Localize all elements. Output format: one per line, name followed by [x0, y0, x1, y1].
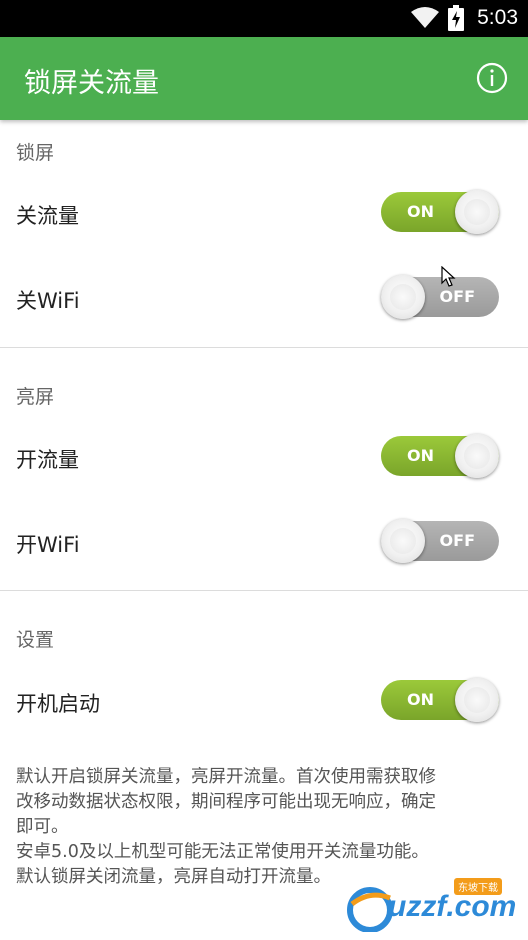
toggle-knob: [381, 519, 425, 563]
toggle-state-label: OFF: [439, 287, 475, 306]
description-text: 默认开启锁屏关流量，亮屏开流量。首次使用需获取修 改移动数据状态权限，期间程序可…: [16, 765, 516, 890]
section-header-lockscreen: 锁屏: [16, 142, 55, 164]
toggle-state-label: ON: [407, 202, 434, 221]
description-line: 安卓5.0及以上机型可能无法正常使用开关流量功能。: [16, 842, 429, 862]
toggle-knob: [455, 678, 499, 722]
row-label-lock-data-off: 关流量: [16, 204, 79, 228]
row-label-start-on-boot: 开机启动: [16, 692, 100, 716]
toggle-screen-data-on[interactable]: ON: [381, 434, 499, 478]
watermark-text: uzzf.com: [388, 890, 517, 923]
info-icon[interactable]: [476, 62, 508, 94]
battery-charging-icon: [448, 5, 464, 31]
section-divider: [0, 347, 528, 348]
row-label-screen-data-on: 开流量: [16, 448, 79, 472]
toggle-lock-wifi-off[interactable]: OFF: [381, 275, 499, 319]
description-line: 改移动数据状态权限，期间程序可能出现无响应，确定: [16, 792, 436, 812]
toggle-state-label: OFF: [439, 531, 475, 550]
toggle-screen-wifi-on[interactable]: OFF: [381, 519, 499, 563]
app-title: 锁屏关流量: [24, 68, 159, 99]
row-label-lock-wifi-off: 关WiFi: [16, 289, 80, 313]
toggle-knob: [455, 434, 499, 478]
watermark-tag: 东坡下载: [454, 878, 502, 895]
description-line: 即可。: [16, 817, 69, 837]
toggle-start-on-boot[interactable]: ON: [381, 678, 499, 722]
toggle-knob: [455, 190, 499, 234]
toggle-lock-data-off[interactable]: ON: [381, 190, 499, 234]
section-divider: [0, 590, 528, 591]
section-header-screen-on: 亮屏: [16, 386, 55, 408]
status-time: 5:03: [477, 6, 518, 29]
watermark: uzzf.com 东坡下载: [344, 878, 524, 936]
toggle-state-label: ON: [407, 446, 434, 465]
wifi-signal-icon: [411, 7, 439, 28]
mouse-cursor-icon: [441, 266, 456, 287]
app-bar: 锁屏关流量: [0, 37, 528, 120]
row-label-screen-wifi-on: 开WiFi: [16, 533, 80, 557]
toggle-state-label: ON: [407, 690, 434, 709]
status-bar: 5:03: [0, 0, 528, 37]
description-line: 默认开启锁屏关流量，亮屏开流量。首次使用需获取修: [16, 767, 436, 787]
toggle-knob: [381, 275, 425, 319]
section-header-settings: 设置: [16, 629, 55, 651]
